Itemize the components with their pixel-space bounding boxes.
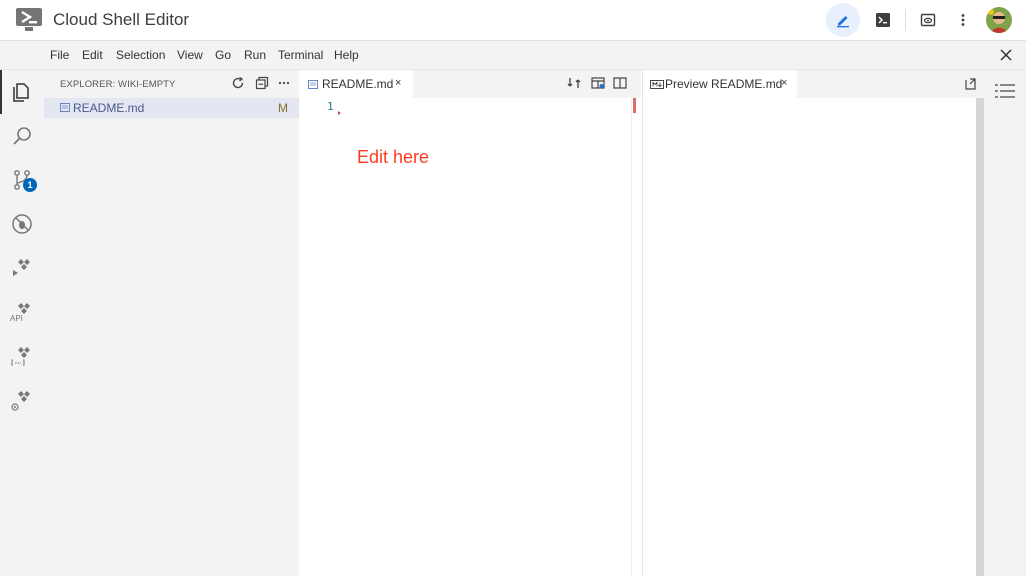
activity-source-control[interactable]: [0, 158, 44, 202]
tab-preview-readme[interactable]: Preview README.md ×: [643, 70, 797, 98]
secret-manager-icon: [11, 391, 30, 411]
avatar[interactable]: [986, 7, 1012, 33]
preview-icon: [650, 80, 664, 89]
activity-cloud-run[interactable]: [0, 246, 44, 290]
activity-cloud-code[interactable]: [0, 334, 44, 378]
file-tree-item[interactable]: README.md M: [44, 98, 299, 118]
edit-here-annotation: Edit here: [357, 147, 430, 167]
menu-bar: File Edit Selection View Go Run Terminal…: [0, 41, 1026, 70]
more-actions-icon[interactable]: [277, 76, 291, 90]
editor-group-preview: Preview README.md ×: [642, 70, 985, 576]
search-icon: [13, 127, 31, 145]
open-terminal-button[interactable]: [866, 3, 900, 37]
open-changes-icon[interactable]: [567, 76, 581, 90]
run-debug-icon: [12, 214, 32, 234]
scrollbar-marker: [633, 98, 636, 113]
web-preview-icon: [920, 13, 936, 27]
activity-explorer[interactable]: [0, 70, 44, 114]
tab-close-button[interactable]: ×: [395, 77, 401, 89]
git-status-modified: M: [278, 101, 288, 115]
toolbar-divider: [905, 9, 906, 31]
cloud-code-icon: [11, 347, 30, 366]
file-name: README.md: [73, 101, 145, 115]
markdown-file-icon: [308, 80, 318, 89]
activity-cloud-api[interactable]: [0, 290, 44, 334]
preview-tab-strip: Preview README.md ×: [643, 70, 985, 98]
open-source-icon[interactable]: [963, 77, 977, 91]
edit-pencil-icon: [837, 16, 849, 28]
menu-go[interactable]: Go: [215, 48, 231, 62]
menu-view[interactable]: View: [177, 48, 203, 62]
edit-mode-button[interactable]: [826, 3, 860, 37]
activity-secret-manager[interactable]: [0, 378, 44, 422]
menu-terminal[interactable]: Terminal: [278, 48, 323, 62]
text-cursor[interactable]: [338, 111, 341, 115]
web-preview-button[interactable]: [911, 3, 945, 37]
line-number: 1: [327, 100, 334, 113]
tab-readme[interactable]: README.md ×: [299, 70, 413, 98]
avatar-image: [986, 7, 1012, 33]
open-preview-side-icon[interactable]: [591, 76, 605, 90]
menu-run[interactable]: Run: [244, 48, 266, 62]
more-vert-icon: [961, 14, 965, 26]
activity-search[interactable]: [0, 114, 44, 158]
terminal-icon: [876, 13, 890, 27]
explorer-panel: EXPLORER: WIKI-EMPTY README.md M: [44, 70, 299, 576]
collapse-all-icon[interactable]: [255, 76, 269, 90]
tab-label: Preview README.md: [665, 77, 783, 91]
split-editor-icon[interactable]: [613, 76, 627, 90]
activity-bar: 1 API: [0, 70, 44, 576]
right-activity-bar: [984, 70, 1026, 576]
explorer-title: EXPLORER: WIKI-EMPTY: [60, 79, 176, 90]
menu-file[interactable]: File: [50, 48, 69, 62]
tab-label: README.md: [322, 77, 394, 91]
refresh-icon[interactable]: [231, 76, 245, 90]
cloud-run-icon: [13, 259, 30, 276]
close-icon[interactable]: [998, 47, 1014, 63]
editor-tab-strip: README.md ×: [299, 70, 641, 98]
source-control-badge: 1: [23, 178, 37, 192]
api-label: API: [10, 314, 23, 323]
menu-help[interactable]: Help: [334, 48, 359, 62]
outline-icon[interactable]: [995, 83, 1015, 99]
tab-close-button[interactable]: ×: [781, 77, 787, 89]
markdown-file-icon: [60, 103, 70, 112]
cloud-shell-logo-icon: [16, 8, 42, 31]
editor-ruler: [631, 98, 632, 576]
explorer-icon: [13, 83, 29, 102]
app-title: Cloud Shell Editor: [53, 10, 190, 29]
more-options-button[interactable]: [946, 3, 980, 37]
menu-selection[interactable]: Selection: [116, 48, 165, 62]
menu-edit[interactable]: Edit: [82, 48, 103, 62]
editor-group-main: README.md × 1 Edit here: [299, 70, 641, 576]
top-app-bar: Cloud Shell Editor: [0, 0, 1026, 41]
activity-run-debug[interactable]: [0, 202, 44, 246]
